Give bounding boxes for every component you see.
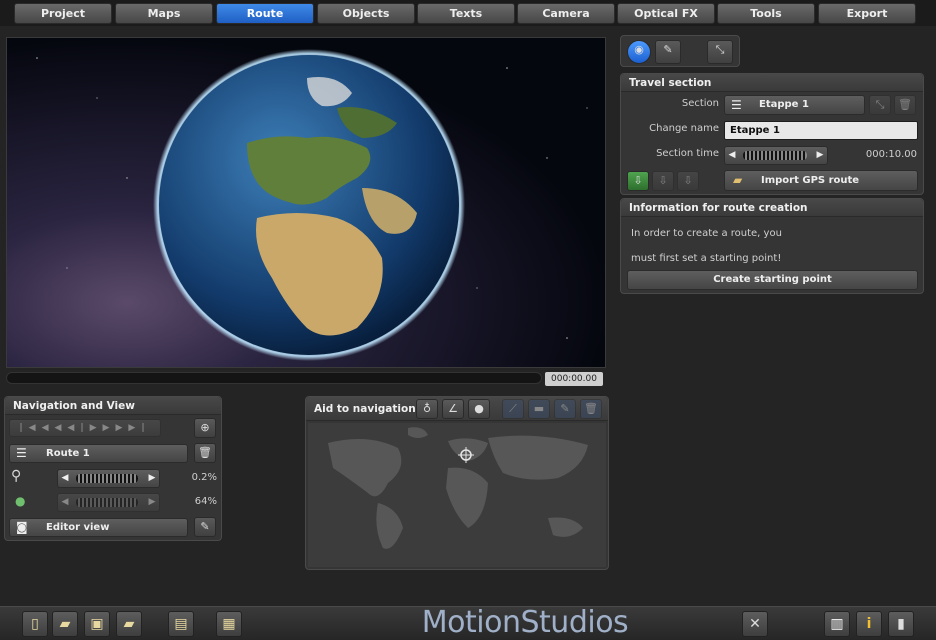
trash-icon[interactable]: 🗑 bbox=[580, 399, 602, 419]
panel-title: Information for route creation bbox=[621, 199, 923, 217]
info-line-1: In order to create a route, you bbox=[631, 228, 782, 239]
section-time-slider[interactable]: ◀ ▶ bbox=[724, 146, 828, 165]
binoculars-icon: ⚲ bbox=[11, 468, 22, 484]
open-folder-icon[interactable]: ▰ bbox=[52, 611, 78, 637]
film-icon[interactable]: ▦ bbox=[216, 611, 242, 637]
navigation-view-panel: Navigation and View |◀◀◀◀|▶▶▶▶| ⊕ ☰ Rout… bbox=[4, 396, 222, 541]
mode-icon-group: ◉ ✎ ⤡ bbox=[620, 35, 740, 67]
tab-tools[interactable]: Tools bbox=[717, 3, 815, 24]
pencil-icon[interactable]: ✎ bbox=[194, 517, 216, 537]
second-value: 64% bbox=[194, 496, 217, 507]
arrow-right-icon[interactable]: ▶ bbox=[145, 494, 159, 511]
list-icon: ☰ bbox=[731, 98, 742, 112]
app-logo: MotionStudios bbox=[421, 605, 629, 640]
timeline-bar[interactable] bbox=[6, 372, 542, 384]
sphere-icon[interactable]: ● bbox=[468, 399, 490, 419]
route-value: Route 1 bbox=[46, 448, 90, 459]
arrow-left-icon[interactable]: ◀ bbox=[725, 147, 739, 164]
remove-waypoint-icon[interactable]: ⇩ bbox=[677, 171, 699, 191]
route-wizard-icon[interactable]: ✎ bbox=[655, 40, 681, 64]
camera-icon: ◙ bbox=[16, 520, 28, 534]
tab-camera[interactable]: Camera bbox=[517, 3, 615, 24]
map-viewport[interactable] bbox=[6, 37, 606, 368]
tab-export[interactable]: Export bbox=[818, 3, 916, 24]
line-tool-icon[interactable]: ⟋ bbox=[502, 399, 524, 419]
compass-icon[interactable]: ◉ bbox=[627, 40, 651, 64]
section-time-label: Section time bbox=[656, 148, 719, 159]
panel-title: Navigation and View bbox=[5, 397, 221, 415]
aid-navigation-panel: Aid to navigation ♁ ∠ ● ⟋ ▬ ✎ 🗑 bbox=[305, 396, 609, 570]
path-tool-icon[interactable]: ⤡ bbox=[707, 40, 733, 64]
travel-section-panel: Travel section Section ☰ Etappe 1 ⤡ 🗑 Ch… bbox=[620, 73, 924, 195]
route-dropdown[interactable]: ☰ Route 1 bbox=[9, 444, 188, 463]
panel-title: Travel section bbox=[621, 74, 923, 92]
gps-import-icon: ▰ bbox=[733, 173, 743, 187]
import-gps-label: Import GPS route bbox=[761, 175, 860, 186]
arrow-right-icon[interactable]: ▶ bbox=[145, 470, 159, 487]
main-tab-bar: Project Maps Route Objects Texts Camera … bbox=[0, 0, 936, 26]
globe-render bbox=[7, 38, 605, 367]
arrow-left-icon[interactable]: ◀ bbox=[58, 494, 72, 511]
save-icon[interactable]: ▣ bbox=[84, 611, 110, 637]
trash-icon[interactable]: ▮ bbox=[888, 611, 914, 637]
change-name-label: Change name bbox=[649, 123, 719, 134]
save-as-icon[interactable]: ▰ bbox=[116, 611, 142, 637]
route-pin-icon[interactable]: ♁ bbox=[416, 399, 438, 419]
slider-grip[interactable] bbox=[76, 474, 138, 483]
section-value: Etappe 1 bbox=[759, 99, 809, 110]
zoom-value: 0.2% bbox=[191, 472, 217, 483]
route-info-panel: Information for route creation In order … bbox=[620, 198, 924, 294]
book-icon[interactable]: ▥ bbox=[824, 611, 850, 637]
change-name-field[interactable]: Etappe 1 bbox=[724, 121, 918, 140]
info-line-2: must first set a starting point! bbox=[631, 253, 782, 264]
create-starting-point-button[interactable]: Create starting point bbox=[627, 270, 918, 290]
section-time-value: 000:10.00 bbox=[865, 149, 917, 160]
slider-grip[interactable] bbox=[76, 498, 138, 507]
view-dropdown[interactable]: ◙ Editor view bbox=[9, 518, 188, 537]
trash-icon[interactable]: 🗑 bbox=[194, 443, 216, 463]
pen-icon[interactable]: ✎ bbox=[554, 399, 576, 419]
tab-route[interactable]: Route bbox=[216, 3, 314, 24]
slider-grip[interactable] bbox=[743, 151, 807, 160]
timecode-display: 000:00.00 bbox=[545, 372, 603, 386]
tab-project[interactable]: Project bbox=[14, 3, 112, 24]
import-gps-button[interactable]: ▰ Import GPS route bbox=[724, 170, 918, 191]
zoom-slider[interactable]: ◀ ▶ bbox=[57, 469, 160, 488]
playback-controls[interactable]: |◀◀◀◀|▶▶▶▶| bbox=[9, 419, 161, 437]
arrow-right-icon[interactable]: ▶ bbox=[813, 147, 827, 164]
section-dropdown[interactable]: ☰ Etappe 1 bbox=[724, 95, 865, 115]
path-tool-icon[interactable]: ⤡ bbox=[869, 95, 891, 115]
second-slider[interactable]: ◀ ▶ bbox=[57, 493, 160, 512]
world-minimap[interactable] bbox=[308, 423, 606, 567]
arrow-left-icon[interactable]: ◀ bbox=[58, 470, 72, 487]
info-icon[interactable]: i bbox=[856, 611, 882, 637]
list-icon: ☰ bbox=[16, 446, 27, 460]
image-export-icon[interactable]: ▤ bbox=[168, 611, 194, 637]
tab-objects[interactable]: Objects bbox=[317, 3, 415, 24]
car-icon[interactable]: ▬ bbox=[528, 399, 550, 419]
tab-texts[interactable]: Texts bbox=[417, 3, 515, 24]
tab-maps[interactable]: Maps bbox=[115, 3, 213, 24]
section-label: Section bbox=[681, 98, 719, 109]
waypoint-icon[interactable]: ⇩ bbox=[652, 171, 674, 191]
tools-icon[interactable]: ✕ bbox=[742, 611, 768, 637]
add-waypoint-icon[interactable]: ⇩ bbox=[627, 171, 649, 191]
document-icon[interactable]: ▯ bbox=[22, 611, 48, 637]
angle-icon[interactable]: ∠ bbox=[442, 399, 464, 419]
tab-optical-fx[interactable]: Optical FX bbox=[617, 3, 715, 24]
trash-icon[interactable]: 🗑 bbox=[894, 95, 916, 115]
target-icon[interactable]: ⊕ bbox=[194, 418, 216, 438]
view-value: Editor view bbox=[46, 522, 110, 533]
eye-icon: ● bbox=[15, 494, 26, 508]
